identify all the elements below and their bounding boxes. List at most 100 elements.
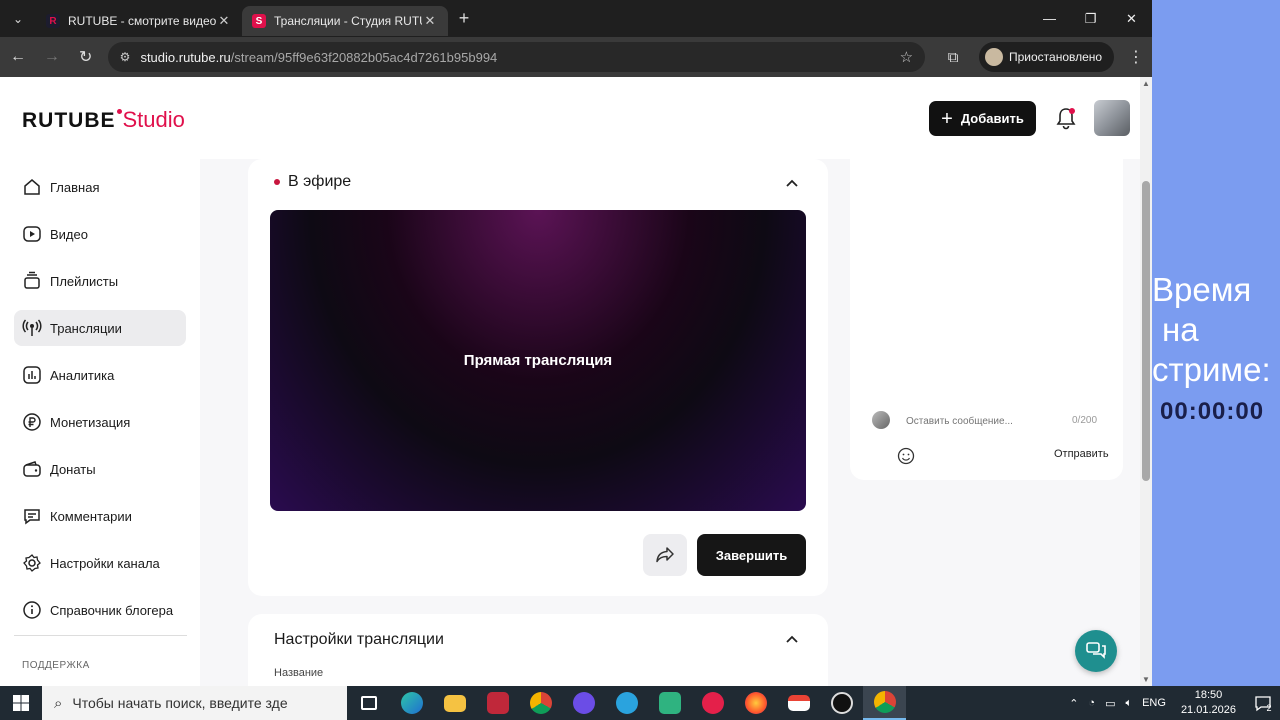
app-red-icon[interactable] xyxy=(476,686,519,720)
tab-title: Трансляции - Студия RUTUBE xyxy=(274,14,422,28)
taskbar-search[interactable]: ⌕ Чтобы начать поиск, введите зде xyxy=(42,686,347,720)
app-green-icon[interactable] xyxy=(648,686,691,720)
close-icon[interactable]: ✕ xyxy=(422,13,438,29)
support-section-heading: ПОДДЕРЖКА xyxy=(22,660,90,671)
close-icon[interactable]: ✕ xyxy=(216,13,232,29)
live-status: В эфире xyxy=(274,173,351,191)
add-button[interactable]: + Добавить xyxy=(929,101,1036,136)
gear-icon xyxy=(23,554,41,572)
restore-icon[interactable]: ❐ xyxy=(1070,0,1111,37)
info-icon xyxy=(23,601,41,619)
tab-search-button[interactable]: ⌄ xyxy=(0,0,36,37)
app-play-icon[interactable] xyxy=(691,686,734,720)
stream-name-label: Название xyxy=(274,667,324,679)
chrome-active-icon[interactable] xyxy=(863,686,906,720)
system-tray: ⌃ ◔ ▭ 🔈︎ ENG 18:50 21.01.2026 2 xyxy=(1064,686,1280,720)
back-icon[interactable]: ← xyxy=(2,41,34,73)
video-icon xyxy=(23,226,41,242)
live-stream-card: В эфире Прямая трансляция Завершить xyxy=(248,159,828,596)
chat-send-button[interactable]: Отправить xyxy=(1054,448,1109,460)
start-button[interactable] xyxy=(0,686,42,720)
sidebar-item-video[interactable]: Видео xyxy=(14,216,186,252)
edge-icon[interactable] xyxy=(390,686,433,720)
clock[interactable]: 18:50 21.01.2026 xyxy=(1171,688,1246,718)
profile-button[interactable]: Приостановлено xyxy=(979,42,1115,72)
stream-settings-card: Настройки трансляции Название xyxy=(248,614,828,686)
task-view-icon[interactable] xyxy=(347,686,390,720)
tab-rutube[interactable]: R RUTUBE - смотрите видео онл ✕ xyxy=(36,6,242,36)
sidebar-item-broadcasts[interactable]: Трансляции xyxy=(14,310,186,346)
extensions-icon[interactable]: ⧉ xyxy=(935,41,971,73)
studio-favicon-icon: S xyxy=(252,14,266,28)
telegram-icon[interactable] xyxy=(605,686,648,720)
site-info-icon[interactable]: ⚙ xyxy=(120,50,131,64)
chevron-up-icon[interactable] xyxy=(784,632,800,648)
gmail-icon[interactable] xyxy=(777,686,820,720)
battery-icon[interactable]: ▭ xyxy=(1100,697,1120,710)
analytics-icon xyxy=(23,366,41,384)
wallet-icon xyxy=(23,461,41,477)
home-icon xyxy=(24,179,40,195)
file-explorer-icon[interactable] xyxy=(433,686,476,720)
sidebar-item-home[interactable]: Главная xyxy=(14,169,186,205)
stream-player[interactable]: Прямая трансляция xyxy=(270,210,806,511)
sidebar-item-comments[interactable]: Комментарии xyxy=(14,498,186,534)
url-host: studio.rutube.ru xyxy=(140,49,231,65)
sidebar-item-channel-settings[interactable]: Настройки канала xyxy=(14,545,186,581)
volume-icon[interactable]: 🔈︎ xyxy=(1120,697,1137,710)
app-purple-icon[interactable] xyxy=(562,686,605,720)
app-dark-icon[interactable] xyxy=(820,686,863,720)
sidebar-item-label: Видео xyxy=(50,226,88,242)
page-scrollbar[interactable]: ▲ ▼ xyxy=(1140,77,1152,686)
emoji-icon[interactable] xyxy=(897,447,915,465)
minimize-icon[interactable]: — xyxy=(1029,0,1070,37)
rutube-studio-logo[interactable]: RUTUBE Studio xyxy=(22,107,185,133)
new-tab-button[interactable]: + xyxy=(448,8,480,29)
chat-user-avatar xyxy=(872,411,890,429)
notifications-bell-icon[interactable] xyxy=(1053,105,1079,131)
browser-menu-icon[interactable]: ⋮ xyxy=(1120,41,1152,73)
stream-timer: 00:00:00 xyxy=(1160,398,1265,425)
studio-header: RUTUBE Studio + Добавить xyxy=(0,77,1140,159)
notification-dot xyxy=(1069,108,1075,114)
language-indicator[interactable]: ENG xyxy=(1137,697,1171,709)
windows-logo-icon xyxy=(13,695,29,711)
scroll-down-icon[interactable]: ▼ xyxy=(1140,675,1152,684)
notification-center-icon[interactable]: 2 xyxy=(1246,693,1280,713)
url-path: /stream/95ff9e63f20882b05ac4d7261b95b994 xyxy=(230,49,498,65)
chrome-icon[interactable] xyxy=(519,686,562,720)
sidebar-item-monetization[interactable]: Монетизация xyxy=(14,404,186,440)
sidebar-item-donations[interactable]: Донаты xyxy=(14,451,186,487)
profile-avatar xyxy=(985,48,1003,66)
sidebar-item-playlists[interactable]: Плейлисты xyxy=(14,263,186,299)
sidebar-divider xyxy=(14,635,187,636)
sidebar-item-label: Настройки канала xyxy=(50,555,160,571)
support-chat-button[interactable] xyxy=(1075,630,1117,672)
sidebar-item-blogger-guide[interactable]: Справочник блогера xyxy=(14,592,186,628)
window-controls: — ❐ ✕ xyxy=(1029,0,1152,37)
user-avatar[interactable] xyxy=(1094,100,1130,136)
firefox-icon[interactable] xyxy=(734,686,777,720)
forward-icon[interactable]: → xyxy=(36,41,68,73)
sidebar-item-label: Трансляции xyxy=(50,320,122,336)
close-window-icon[interactable]: ✕ xyxy=(1111,0,1152,37)
browser-toolbar: ← → ↻ ⚙ studio.rutube.ru /stream/95ff9e6… xyxy=(0,37,1152,77)
bookmark-star-icon[interactable]: ☆ xyxy=(900,48,913,66)
logo-dot xyxy=(116,109,122,114)
sidebar-item-label: Комментарии xyxy=(50,508,132,524)
tab-studio[interactable]: S Трансляции - Студия RUTUBE ✕ xyxy=(242,6,448,36)
sidebar-item-analytics[interactable]: Аналитика xyxy=(14,357,186,393)
scrollbar-thumb[interactable] xyxy=(1142,181,1150,481)
finish-stream-button[interactable]: Завершить xyxy=(697,534,806,576)
overlay-line-1: Время xyxy=(1152,271,1252,308)
tray-chevron-icon[interactable]: ⌃ xyxy=(1064,697,1083,710)
address-bar[interactable]: ⚙ studio.rutube.ru /stream/95ff9e63f2088… xyxy=(107,42,926,72)
network-icon[interactable]: ◔ xyxy=(1083,697,1100,709)
scroll-up-icon[interactable]: ▲ xyxy=(1140,79,1152,88)
reload-icon[interactable]: ↻ xyxy=(70,41,102,73)
chevron-up-icon[interactable] xyxy=(784,176,800,192)
share-button[interactable] xyxy=(643,534,687,576)
taskbar-search-placeholder: Чтобы начать поиск, введите зде xyxy=(72,695,288,711)
plus-icon: + xyxy=(941,107,953,130)
playlist-icon xyxy=(24,271,40,289)
